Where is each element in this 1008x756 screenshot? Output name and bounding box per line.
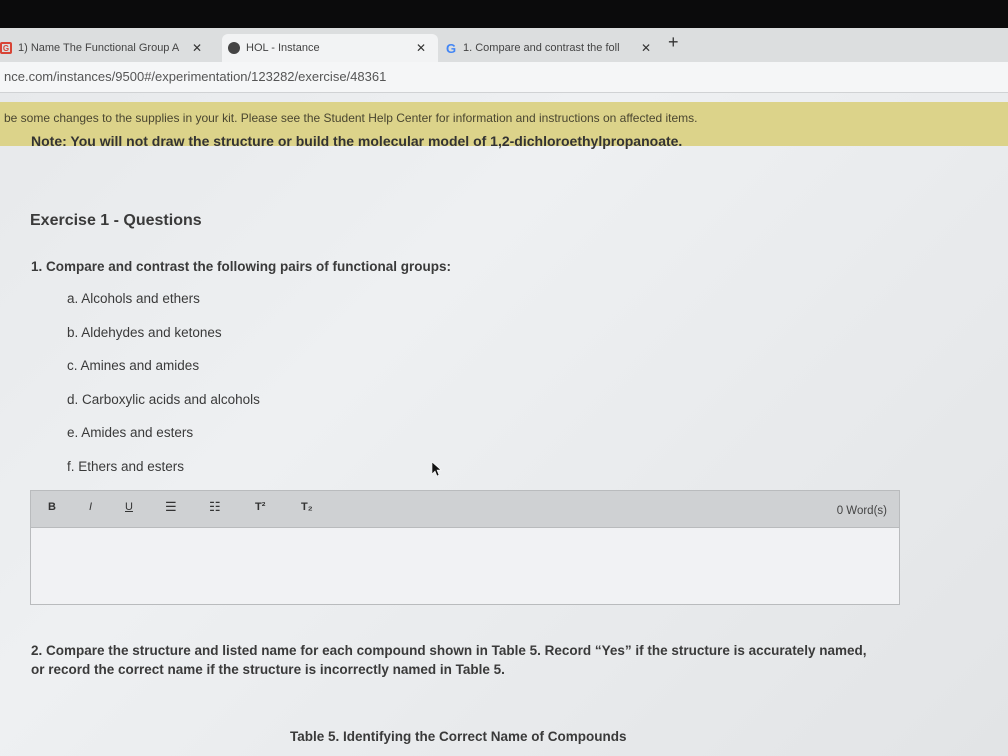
numbered-list-icon[interactable]: ☷ xyxy=(209,499,221,515)
list-item: a. Alcohols and ethers xyxy=(67,291,200,306)
tab-label: 1) Name The Functional Group A xyxy=(18,42,180,54)
question-2: 2. Compare the structure and listed name… xyxy=(31,643,867,677)
close-icon[interactable]: ✕ xyxy=(192,41,202,55)
close-icon[interactable]: ✕ xyxy=(641,41,651,55)
google-icon: G xyxy=(445,40,457,56)
tab-label: 1. Compare and contrast the foll xyxy=(463,42,620,54)
superscript-button[interactable]: T² xyxy=(255,501,265,513)
list-item: d. Carboxylic acids and alcohols xyxy=(67,391,260,407)
answer-editor: B I U ☰ ☷ T² T₂ 0 Word(s) xyxy=(30,490,900,605)
g-icon: G xyxy=(0,42,12,54)
underline-button[interactable]: U xyxy=(125,501,133,513)
globe-icon xyxy=(228,42,240,54)
table-caption: Table 5. Identifying the Correct Name of… xyxy=(290,729,627,744)
editor-toolbar: B I U ☰ ☷ T² T₂ 0 Word(s) xyxy=(31,491,899,528)
tab-functional-group[interactable]: G 1) Name The Functional Group A ✕ xyxy=(0,34,210,62)
banner-text: be some changes to the supplies in your … xyxy=(4,111,698,125)
close-icon[interactable]: ✕ xyxy=(416,41,426,55)
mouse-pointer-icon xyxy=(432,462,442,476)
answer-textarea[interactable] xyxy=(31,528,899,604)
url-text[interactable]: nce.com/instances/9500#/experimentation/… xyxy=(4,69,386,84)
tab-strip: G 1) Name The Functional Group A ✕ HOL -… xyxy=(0,28,1008,62)
list-item: f. Ethers and esters xyxy=(67,458,185,474)
tab-hol-instance[interactable]: HOL - Instance ✕ xyxy=(222,34,438,62)
address-bar[interactable]: nce.com/instances/9500#/experimentation/… xyxy=(0,62,1008,93)
exercise-title: Exercise 1 - Questions xyxy=(30,212,202,229)
list-item: e. Amides and esters xyxy=(67,425,194,440)
italic-button[interactable]: I xyxy=(89,501,92,513)
list-item: c. Amines and amides xyxy=(67,358,200,373)
word-count: 0 Word(s) xyxy=(836,505,887,517)
functional-group-pairs: a. Alcohols and ethers b. Aldehydes and … xyxy=(67,291,260,492)
question-1: 1. Compare and contrast the following pa… xyxy=(31,259,452,274)
note-text: Note: You will not draw the structure or… xyxy=(31,133,683,149)
tab-compare-contrast[interactable]: G 1. Compare and contrast the foll ✕ xyxy=(445,34,655,62)
subscript-button[interactable]: T₂ xyxy=(301,501,313,513)
screen-bezel xyxy=(0,0,1008,28)
bullet-list-icon[interactable]: ☰ xyxy=(165,499,177,515)
new-tab-button[interactable]: + xyxy=(668,32,679,53)
tab-label: HOL - Instance xyxy=(246,42,320,54)
bold-button[interactable]: B xyxy=(48,501,56,513)
list-item: b. Aldehydes and ketones xyxy=(67,324,222,340)
